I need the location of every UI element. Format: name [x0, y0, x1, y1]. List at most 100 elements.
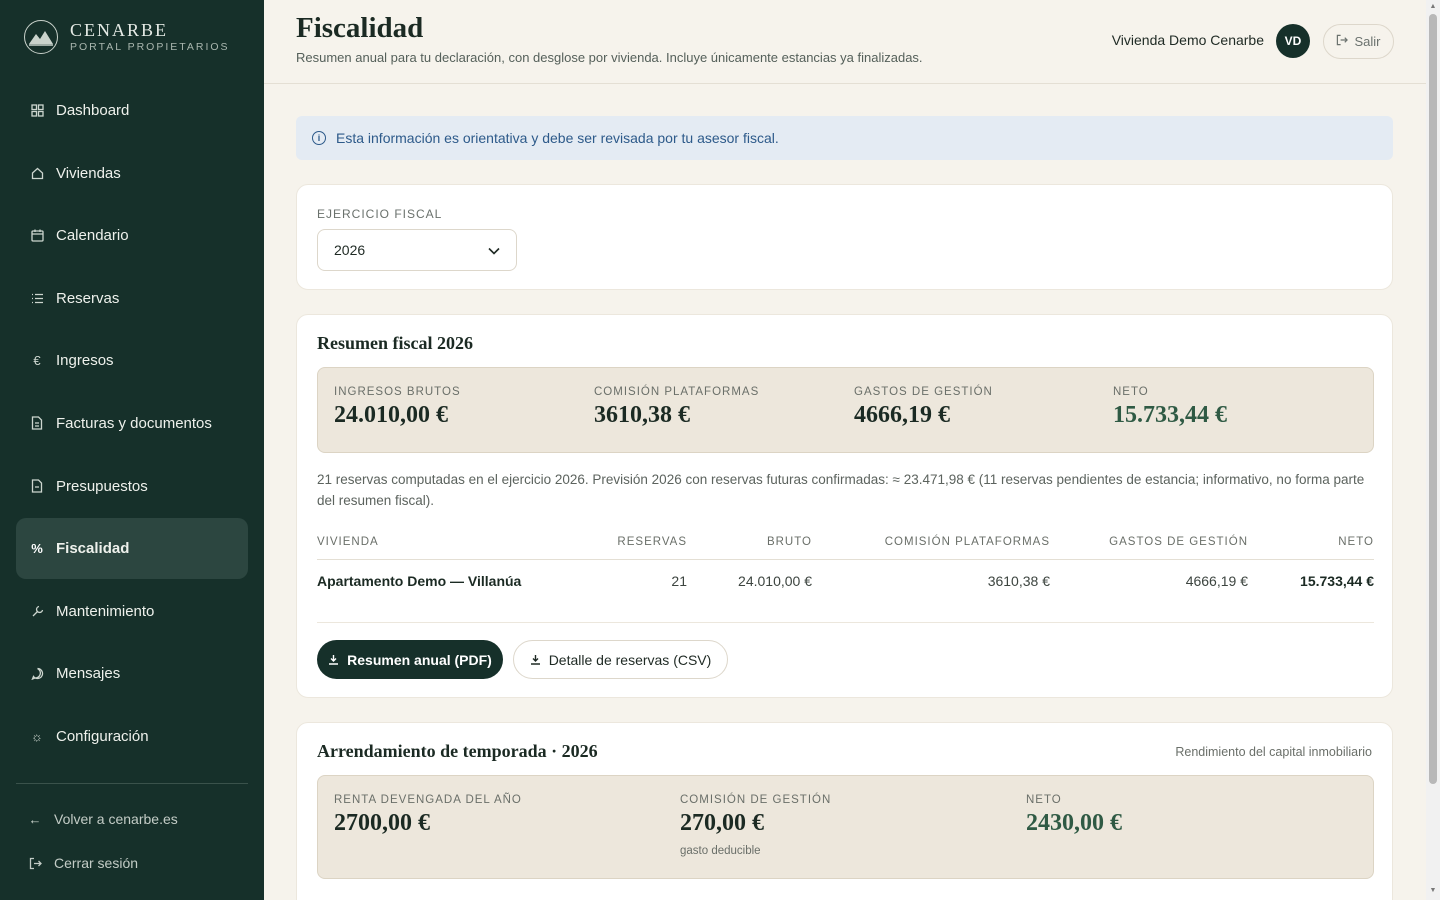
stat-note: gasto deducible	[680, 845, 761, 857]
document-icon	[30, 416, 44, 431]
calendar-icon	[30, 229, 44, 243]
euro-icon: €	[33, 353, 41, 369]
summary-note: 21 reservas computadas en el ejercicio 2…	[317, 472, 1365, 508]
info-icon: i	[312, 131, 326, 145]
page-header: Fiscalidad Resumen anual para tu declara…	[264, 0, 1426, 84]
rental-stats: RENTA DEVENGADA DEL AÑO 2700,00 € COMISI…	[317, 775, 1374, 879]
rental-title: Arrendamiento de temporada · 2026	[317, 741, 598, 761]
stat-net: NETO 15.733,44 €	[1113, 386, 1227, 429]
list-icon	[30, 291, 44, 305]
stat-value: 2430,00 €	[1026, 810, 1122, 836]
sidebar-item-fiscalidad[interactable]: % Fiscalidad	[16, 518, 248, 580]
fiscal-year-card: EJERCICIO FISCAL 2026	[296, 184, 1393, 290]
fiscal-year-select[interactable]: 2026	[317, 229, 517, 271]
stat-value: 3610,38 €	[594, 402, 690, 428]
sidebar-item-label: Mantenimiento	[56, 602, 155, 620]
back-to-site-label: Volver a cenarbe.es	[54, 811, 178, 827]
sidebar-item-viviendas[interactable]: Viviendas	[16, 143, 248, 204]
avatar[interactable]: VD	[1276, 24, 1310, 58]
cell-property: Apartamento Demo — Villanúa	[317, 573, 522, 589]
sidebar-item-label: Reservas	[56, 289, 120, 307]
sidebar-bottom-links: ← Volver a cenarbe.es Cerrar sesión	[28, 806, 178, 894]
logout-icon	[1336, 34, 1349, 49]
brand-subtitle: PORTAL PROPIETARIOS	[70, 41, 230, 53]
download-pdf-button[interactable]: Resumen anual (PDF)	[317, 640, 503, 679]
stat-gross-income: INGRESOS BRUTOS 24.010,00 €	[334, 386, 461, 429]
stat-label: INGRESOS BRUTOS	[334, 386, 461, 398]
sidebar-item-label: Calendario	[56, 227, 129, 245]
sidebar-item-label: Ingresos	[56, 352, 114, 370]
sidebar-item-reservas[interactable]: Reservas	[16, 268, 248, 329]
mountain-logo-icon	[24, 20, 58, 54]
seasonal-rental-card: Arrendamiento de temporada · 2026 Rendim…	[296, 722, 1393, 900]
sidebar-item-dashboard[interactable]: Dashboard	[16, 80, 248, 141]
column-header: VIVIENDA	[317, 536, 379, 548]
stat-accrued-rent: RENTA DEVENGADA DEL AÑO 2700,00 €	[334, 794, 522, 837]
stat-rental-net: NETO 2430,00 €	[1026, 794, 1122, 837]
sidebar-nav: Dashboard Viviendas Calendario Reservas …	[16, 80, 248, 769]
sidebar-item-configuracion[interactable]: ☼ Configuración	[16, 706, 248, 767]
cell-management-expenses: 4666,19 €	[1185, 573, 1248, 589]
stat-label: COMISIÓN PLATAFORMAS	[594, 386, 760, 398]
table-header: VIVIENDA RESERVAS BRUTO COMISIÓN PLATAFO…	[317, 533, 1374, 560]
cell-bookings: 21	[671, 573, 687, 589]
stat-value: 15.733,44 €	[1113, 402, 1227, 428]
gear-icon: ☼	[31, 728, 43, 744]
scrollbar[interactable]: ▲ ▼	[1426, 0, 1440, 900]
stat-management-commission: COMISIÓN DE GESTIÓN 270,00 € gasto deduc…	[680, 794, 831, 857]
brand-name: CENARBE	[70, 20, 169, 40]
sidebar-item-label: Fiscalidad	[56, 540, 130, 558]
sidebar-divider	[16, 783, 248, 784]
stat-label: NETO	[1026, 794, 1062, 806]
sidebar-item-mantenimiento[interactable]: Mantenimiento	[16, 581, 248, 642]
summary-stats: INGRESOS BRUTOS 24.010,00 € COMISIÓN PLA…	[317, 367, 1374, 453]
grid-icon	[30, 104, 44, 118]
column-header: GASTOS DE GESTIÓN	[1109, 536, 1248, 548]
sidebar-item-label: Dashboard	[56, 102, 130, 119]
sidebar-item-label: Viviendas	[56, 164, 121, 182]
scrollbar-thumb[interactable]	[1429, 14, 1437, 784]
sidebar-item-presupuestos[interactable]: Presupuestos	[16, 456, 248, 517]
brand[interactable]: CENARBE PORTAL PROPIETARIOS	[24, 20, 230, 54]
sidebar-item-facturas[interactable]: Facturas y documentos	[16, 393, 248, 454]
fiscal-year-value: 2026	[334, 242, 366, 258]
info-banner-text: Esta información es orientativa y debe s…	[336, 130, 779, 146]
stat-value: 4666,19 €	[854, 402, 950, 428]
stat-label: RENTA DEVENGADA DEL AÑO	[334, 794, 522, 806]
logout-link[interactable]: Cerrar sesión	[28, 850, 178, 876]
cell-platform-commission: 3610,38 €	[987, 573, 1050, 589]
chevron-down-icon	[488, 242, 500, 258]
sidebar: CENARBE PORTAL PROPIETARIOS Dashboard Vi…	[0, 0, 264, 900]
percent-icon: %	[31, 541, 43, 557]
stat-value: 270,00 €	[680, 810, 764, 836]
info-banner: i Esta información es orientativa y debe…	[296, 116, 1393, 160]
main-content: i Esta información es orientativa y debe…	[296, 116, 1393, 900]
stat-platform-commission: COMISIÓN PLATAFORMAS 3610,38 €	[594, 386, 759, 429]
logout-label: Cerrar sesión	[54, 855, 139, 871]
page-title: Fiscalidad	[296, 12, 424, 44]
download-csv-button[interactable]: Detalle de reservas (CSV)	[513, 640, 728, 679]
scroll-up-icon[interactable]: ▲	[1429, 3, 1437, 11]
home-icon	[30, 166, 44, 180]
logout-button[interactable]: Salir	[1323, 24, 1394, 59]
stat-management-expenses: GASTOS DE GESTIÓN 4666,19 €	[854, 386, 993, 429]
sidebar-item-label: Configuración	[56, 727, 149, 745]
download-csv-label: Detalle de reservas (CSV)	[548, 651, 712, 668]
cell-gross: 24.010,00 €	[738, 573, 812, 589]
user-name: Vivienda Demo Cenarbe	[1111, 32, 1264, 48]
rental-category: Rendimiento del capital inmobiliario	[1175, 745, 1372, 759]
sidebar-item-calendario[interactable]: Calendario	[16, 205, 248, 266]
logout-button-label: Salir	[1354, 34, 1381, 49]
sidebar-item-label: Facturas y documentos	[56, 414, 212, 432]
back-to-site-link[interactable]: ← Volver a cenarbe.es	[28, 806, 178, 832]
table-row: Apartamento Demo — Villanúa 21 24.010,00…	[317, 560, 1374, 623]
fiscal-year-label: EJERCICIO FISCAL	[317, 207, 443, 221]
sidebar-item-mensajes[interactable]: Mensajes	[16, 643, 248, 704]
scroll-down-icon[interactable]: ▼	[1429, 887, 1437, 895]
column-header: BRUTO	[766, 536, 812, 548]
wrench-icon	[30, 604, 44, 618]
column-header: RESERVAS	[617, 536, 687, 548]
stat-value: 2700,00 €	[334, 810, 430, 836]
sidebar-item-ingresos[interactable]: € Ingresos	[16, 330, 248, 391]
arrow-left-icon: ←	[28, 811, 42, 827]
